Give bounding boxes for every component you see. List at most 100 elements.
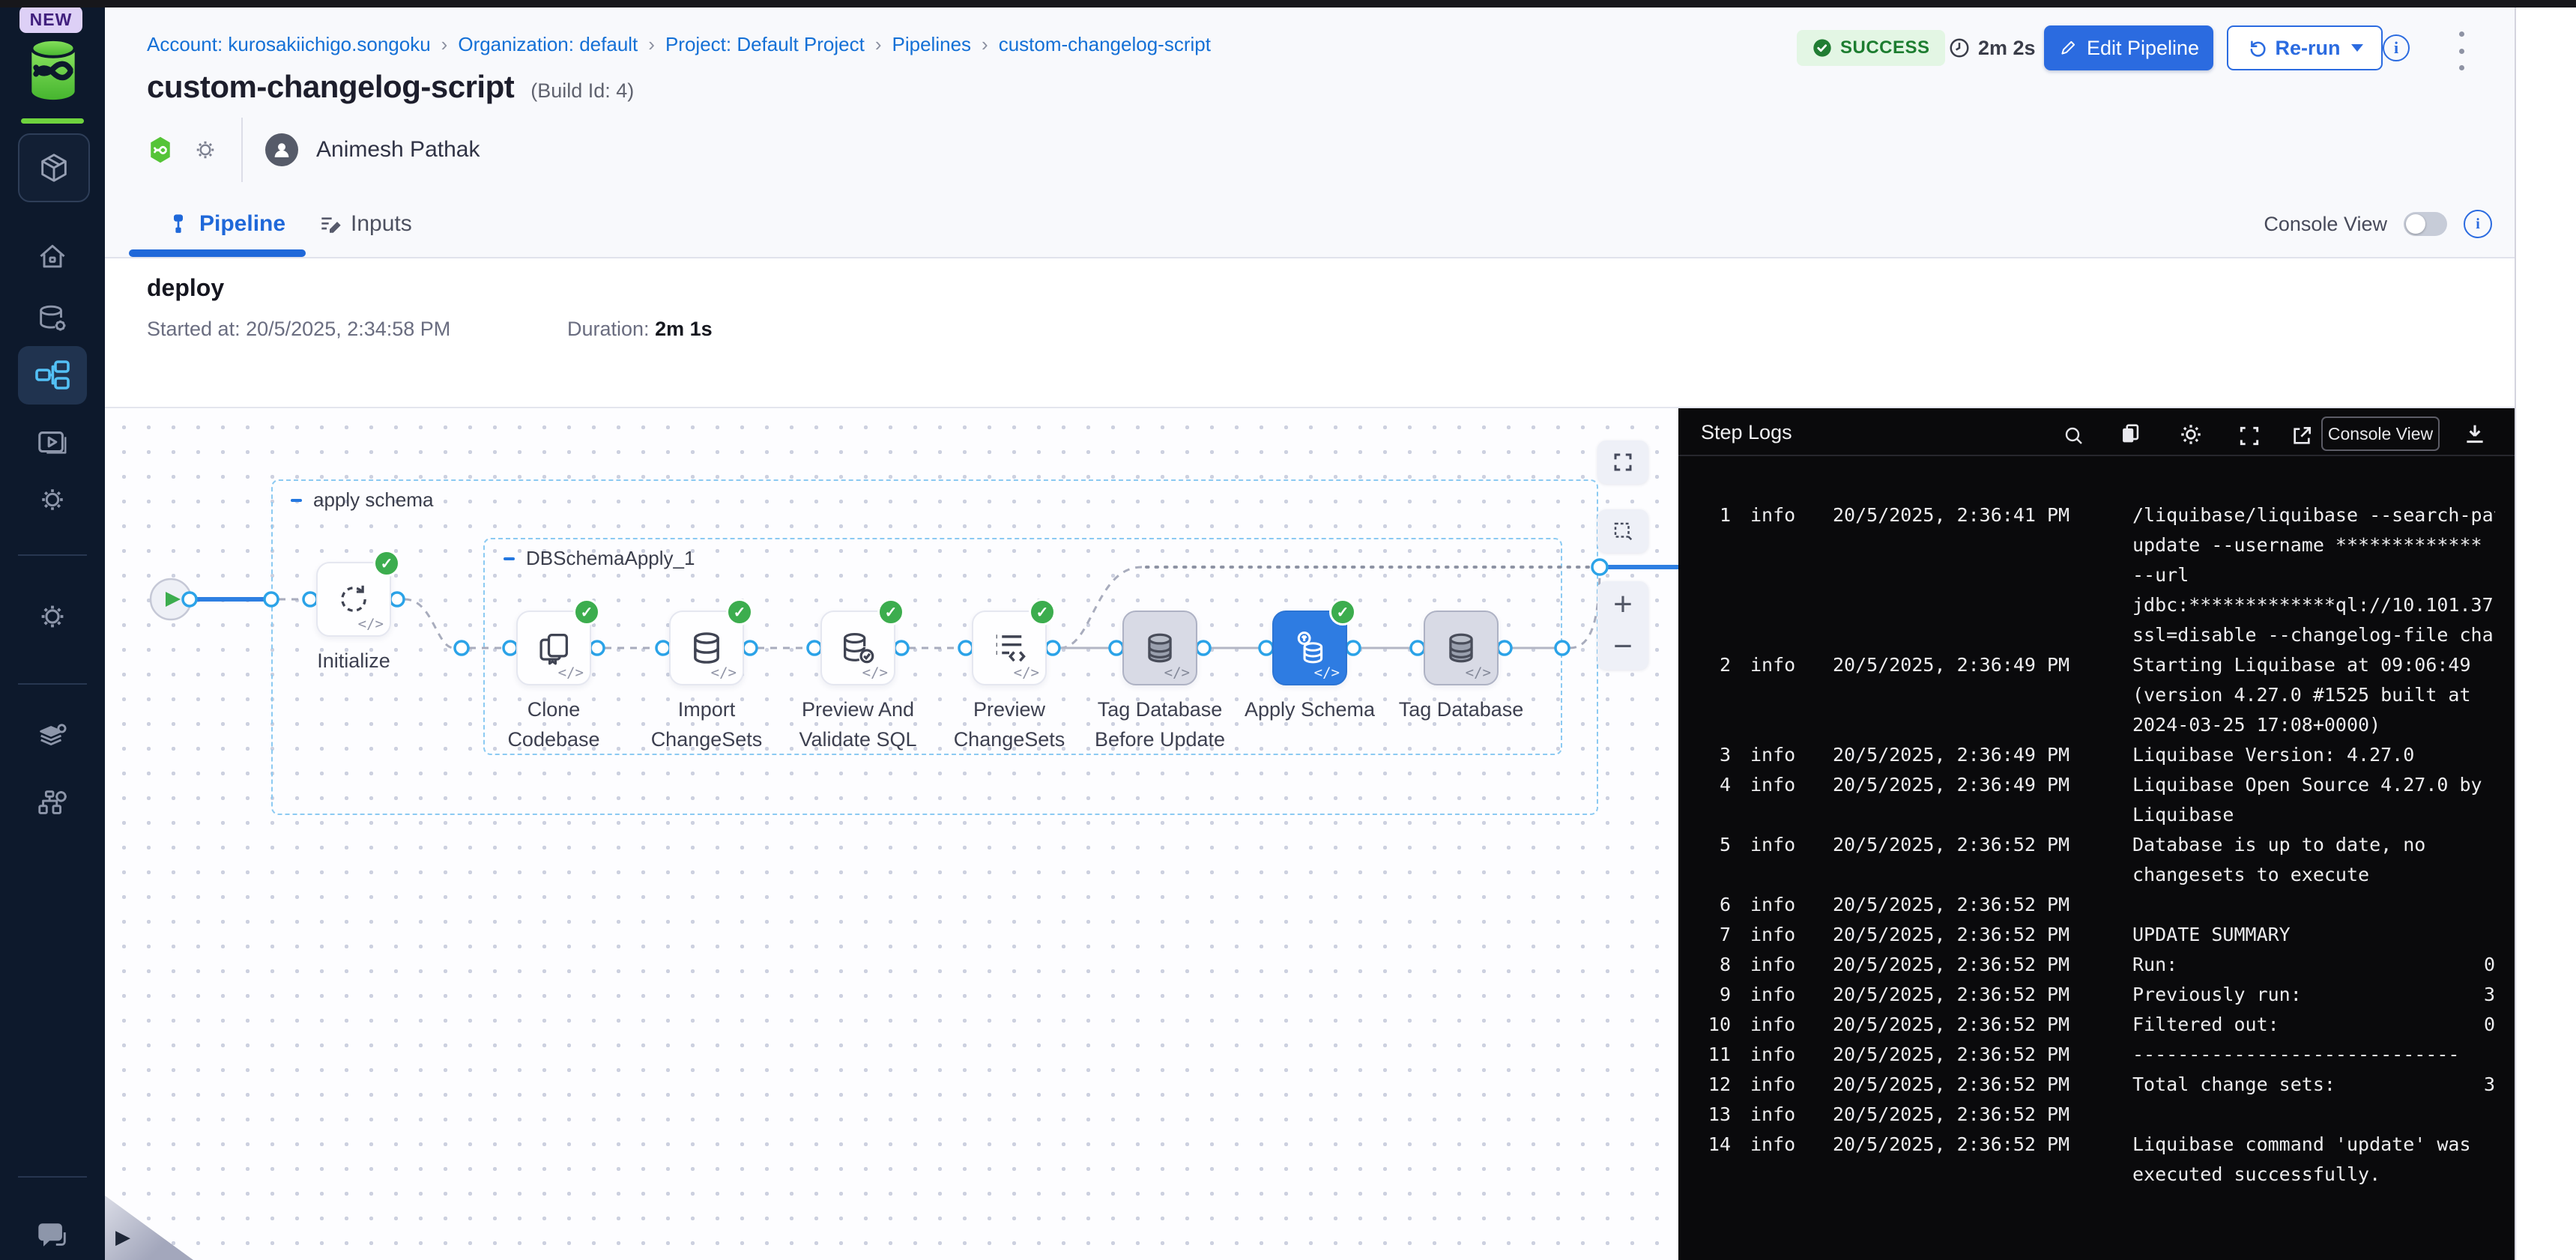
avatar	[265, 133, 298, 166]
clone-icon	[534, 629, 573, 667]
code-badge-icon: </>	[1466, 664, 1491, 681]
database-icon	[687, 629, 726, 667]
zoom-out-button[interactable]: −	[1613, 631, 1633, 661]
info-icon[interactable]: i	[2383, 34, 2410, 61]
log-lines: 1info20/5/2025, 2:36:41 PM/liquibase/liq…	[1699, 500, 2495, 1190]
duration-chip: 2m 2s	[1948, 33, 2036, 63]
log-line: 9info20/5/2025, 2:36:52 PMPreviously run…	[1699, 980, 2495, 1010]
log-line: 7info20/5/2025, 2:36:52 PMUPDATE SUMMARY	[1699, 920, 2495, 950]
log-line: jdbc:*************ql://10.101.37.129	[1699, 590, 2495, 620]
success-check-icon: ✓	[1029, 599, 1056, 626]
zoom-in-button[interactable]: +	[1613, 590, 1633, 620]
breadcrumb-link[interactable]: Organization: default	[458, 33, 638, 56]
log-line: Liquibase	[1699, 800, 2495, 830]
canvas-fullscreen-button[interactable]	[1597, 440, 1648, 484]
pipelines-icon	[34, 359, 70, 392]
pencil-icon	[2058, 38, 2078, 58]
sidebar-item-settings[interactable]	[0, 476, 105, 523]
sidebar-item-database-devops[interactable]	[0, 296, 105, 342]
sidebar-item-home[interactable]	[0, 234, 105, 280]
sidebar-divider	[18, 1176, 87, 1178]
sidebar-item-project-settings[interactable]	[0, 593, 105, 640]
node-label: Tag Database	[1371, 694, 1551, 724]
gear-icon	[35, 599, 70, 634]
database-gray-icon	[1140, 629, 1179, 667]
harness-dbops-logo[interactable]	[27, 37, 79, 102]
log-open-in-new-icon[interactable]	[2290, 424, 2314, 448]
log-settings-icon[interactable]	[2177, 421, 2204, 448]
browser-top-strip	[0, 0, 2576, 7]
log-search-icon[interactable]	[2062, 424, 2086, 448]
breadcrumb-separator: ›	[875, 33, 882, 56]
pipeline-node-tag-database[interactable]: </>	[1424, 611, 1499, 685]
info-icon[interactable]: i	[2464, 210, 2492, 238]
log-line: 12info20/5/2025, 2:36:52 PMTotal change …	[1699, 1070, 2495, 1100]
sidebar-item-executions[interactable]	[0, 420, 105, 466]
cube-icon	[37, 151, 71, 185]
code-badge-icon: </>	[862, 664, 888, 681]
stage-name: deploy	[147, 274, 224, 302]
code-badge-icon: </>	[1314, 664, 1340, 681]
rerun-button[interactable]: Re-run	[2227, 25, 2383, 70]
database-check-icon	[838, 629, 877, 667]
clock-icon	[1948, 37, 1971, 59]
more-options-menu[interactable]	[2459, 31, 2467, 70]
code-badge-icon: </>	[558, 664, 584, 681]
breadcrumb-link[interactable]: Account: kurosakiichigo.songoku	[147, 33, 431, 56]
code-badge-icon: </>	[711, 664, 737, 681]
pipeline-node-tag-database-before-update[interactable]: </>	[1122, 611, 1197, 685]
dbops-mini-logo-icon	[147, 135, 174, 165]
sidebar-divider	[18, 683, 87, 685]
help-chat-icon: ?	[34, 1218, 70, 1253]
log-line: 11info20/5/2025, 2:36:52 PM-------------…	[1699, 1040, 2495, 1070]
log-line: 5info20/5/2025, 2:36:52 PMDatabase is up…	[1699, 830, 2495, 860]
canvas-select-button[interactable]	[1597, 509, 1648, 553]
tab-inputs[interactable]: Inputs	[318, 207, 412, 241]
console-view-toggle[interactable]	[2404, 212, 2447, 236]
logo-underline	[21, 118, 84, 124]
log-console-view-button[interactable]: Console View	[2321, 417, 2440, 451]
status-text: SUCCESS	[1840, 37, 1930, 58]
gear-icon	[36, 483, 69, 516]
console-view-label: Console View	[2264, 213, 2387, 236]
execution-meta-row: Animesh Pathak	[147, 129, 480, 171]
success-check-icon: ✓	[573, 599, 600, 626]
stage-duration: Duration: 2m 1s	[567, 318, 713, 341]
log-header-divider	[1678, 455, 2515, 456]
success-check-icon: ✓	[1329, 599, 1356, 626]
play-box-icon	[35, 425, 70, 460]
refresh-icon	[334, 580, 373, 619]
breadcrumb-separator: ›	[648, 33, 655, 56]
gear-icon[interactable]	[192, 136, 219, 163]
database-gear-icon	[35, 302, 70, 336]
sidebar-item-org-settings[interactable]	[0, 779, 105, 826]
log-line: update --username ************* --pa	[1699, 530, 2495, 560]
breadcrumb-link[interactable]: custom-changelog-script	[999, 33, 1211, 56]
build-id: (Build Id: 4)	[530, 79, 634, 103]
sidebar-item-help[interactable]: ?	[0, 1212, 105, 1259]
database-gray-icon	[1442, 629, 1481, 667]
graph-connectors	[105, 408, 1678, 1260]
svg-text:?: ?	[46, 1226, 54, 1240]
home-icon	[36, 240, 69, 273]
log-copy-icon[interactable]	[2117, 421, 2143, 446]
pipeline-tab-icon	[166, 212, 190, 236]
success-check-icon: ✓	[877, 599, 904, 626]
breadcrumb-link[interactable]: Pipelines	[892, 33, 972, 56]
sidebar-item-module-settings[interactable]	[0, 713, 105, 760]
edit-pipeline-button[interactable]: Edit Pipeline	[2044, 25, 2213, 70]
tab-pipeline[interactable]: Pipeline	[166, 207, 285, 241]
breadcrumb-link[interactable]: Project: Default Project	[665, 33, 865, 56]
log-line: 2024-03-25 17:08+0000)	[1699, 710, 2495, 740]
sidebar-item-pipelines[interactable]	[18, 346, 87, 405]
page-scrollbar[interactable]	[2515, 0, 2576, 1260]
sidebar-item-module-switcher[interactable]	[18, 133, 90, 202]
log-line: (version 4.27.0 #1525 built at	[1699, 680, 2495, 710]
log-fullscreen-icon[interactable]	[2237, 424, 2261, 448]
status-badge: SUCCESS	[1797, 30, 1945, 66]
canvas-zoom-controls: + −	[1597, 581, 1648, 670]
log-download-icon[interactable]	[2462, 421, 2488, 446]
play-icon: ▶	[115, 1226, 130, 1249]
log-line: ssl=disable --changelog-file changelo	[1699, 620, 2495, 650]
log-line: executed successfully.	[1699, 1160, 2495, 1190]
